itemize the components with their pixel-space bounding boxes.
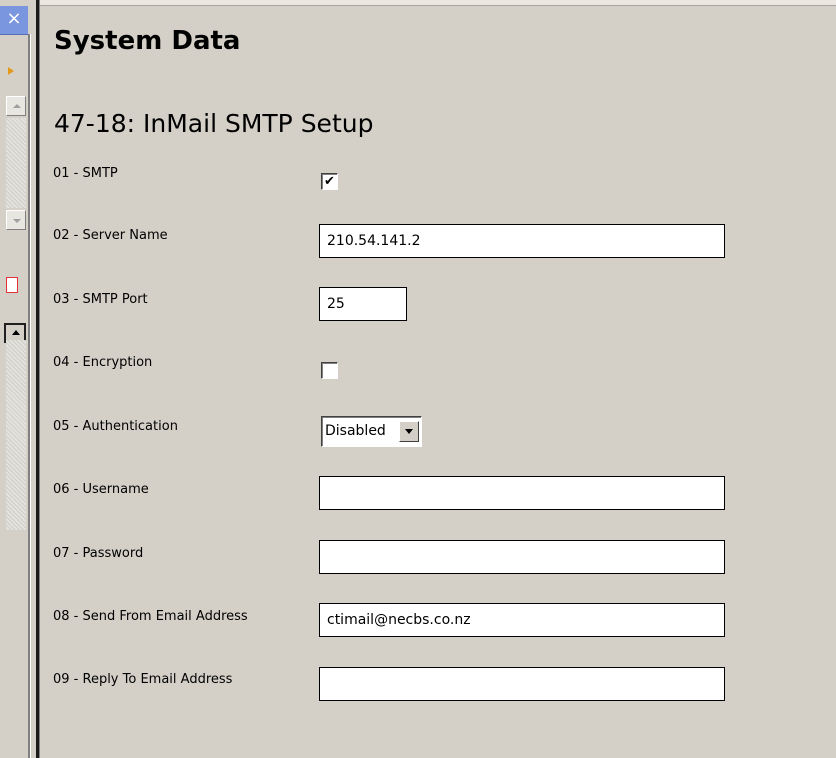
section-title: 47-18: InMail SMTP Setup <box>54 109 374 138</box>
field-row-send-from: 08 - Send From Email Address ctimail@nec… <box>40 603 836 649</box>
field-label-smtp-port: 03 - SMTP Port <box>53 292 148 307</box>
field-label-password: 07 - Password <box>53 546 144 561</box>
field-label-reply-to: 09 - Reply To Email Address <box>53 672 233 687</box>
scrollbar-track-secondary[interactable] <box>6 340 26 530</box>
field-row-smtp-port: 03 - SMTP Port 25 <box>40 287 836 332</box>
field-label-server-name: 02 - Server Name <box>53 228 168 243</box>
field-label-username: 06 - Username <box>53 482 149 497</box>
scroll-down-button[interactable] <box>6 210 26 230</box>
close-icon[interactable]: × <box>0 6 28 35</box>
field-row-username: 06 - Username <box>40 476 836 522</box>
authentication-selected-value: Disabled <box>325 423 386 439</box>
send-from-email-input[interactable]: ctimail@necbs.co.nz <box>319 603 725 637</box>
field-row-smtp: 01 - SMTP ✔ <box>40 166 836 206</box>
left-pane: × <box>0 0 36 758</box>
red-outlined-box-icon[interactable] <box>6 277 18 293</box>
field-label-smtp: 01 - SMTP <box>53 166 118 181</box>
field-row-authentication: 05 - Authentication Disabled <box>40 416 836 459</box>
authentication-select[interactable]: Disabled <box>321 416 422 447</box>
scroll-up-button[interactable] <box>6 96 26 116</box>
checkmark-icon: ✔ <box>324 174 335 189</box>
field-row-reply-to: 09 - Reply To Email Address <box>40 667 836 712</box>
scroll-up-arrow-icon <box>12 330 20 335</box>
field-row-server-name: 02 - Server Name 210.54.141.2 <box>40 224 836 268</box>
username-input[interactable] <box>319 476 725 510</box>
field-label-send-from: 08 - Send From Email Address <box>53 609 248 624</box>
system-data-panel: System Data 47-18: InMail SMTP Setup 01 … <box>40 6 836 758</box>
scroll-down-arrow-icon <box>13 219 21 223</box>
smtp-port-input[interactable]: 25 <box>319 287 407 321</box>
field-label-encryption: 04 - Encryption <box>53 355 153 370</box>
field-row-encryption: 04 - Encryption <box>40 355 836 395</box>
scrollbar-track[interactable] <box>6 118 26 208</box>
smtp-checkbox[interactable]: ✔ <box>321 173 338 190</box>
server-name-input[interactable]: 210.54.141.2 <box>319 224 725 258</box>
field-label-authentication: 05 - Authentication <box>53 419 178 434</box>
field-row-password: 07 - Password <box>40 540 836 586</box>
dropdown-button[interactable] <box>399 421 419 442</box>
encryption-checkbox[interactable] <box>321 362 338 379</box>
scroll-up-arrow-icon <box>13 104 21 108</box>
left-pane-frame <box>28 34 31 758</box>
chevron-down-icon <box>405 429 413 434</box>
reply-to-email-input[interactable] <box>319 667 725 701</box>
password-input[interactable] <box>319 540 725 574</box>
page-title: System Data <box>54 26 241 56</box>
tree-expand-icon[interactable] <box>8 67 14 75</box>
